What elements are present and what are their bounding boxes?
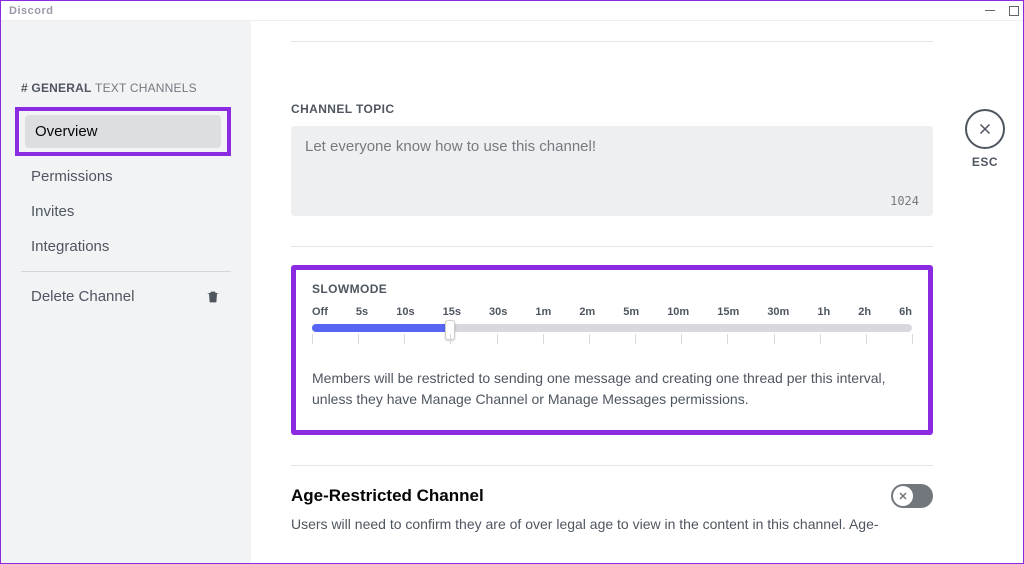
delete-channel-label: Delete Channel — [31, 288, 134, 305]
close-settings: ESC — [965, 109, 1005, 169]
minimize-button[interactable] — [985, 10, 995, 11]
toggle-knob — [893, 486, 913, 506]
app-window: Discord # GENERAL TEXT CHANNELS Overview… — [0, 0, 1024, 564]
age-restricted-description: Users will need to confirm they are of o… — [291, 516, 933, 532]
sidebar-item-delete-channel[interactable]: Delete Channel — [21, 280, 231, 313]
esc-label: ESC — [972, 155, 998, 169]
slowmode-tick-label: 30m — [767, 306, 789, 318]
sidebar-item-integrations[interactable]: Integrations — [21, 230, 231, 263]
channel-topic-input[interactable]: Let everyone know how to use this channe… — [291, 126, 933, 216]
section-divider — [291, 41, 933, 42]
sidebar-item-invites[interactable]: Invites — [21, 195, 231, 228]
age-restricted-toggle[interactable] — [891, 484, 933, 508]
x-icon — [897, 490, 909, 502]
slowmode-tick-label: 1h — [817, 306, 830, 318]
channel-topic-label: CHANNEL TOPIC — [291, 102, 933, 116]
slowmode-tick-label: 10m — [667, 306, 689, 318]
slider-fill — [312, 324, 450, 332]
slowmode-tick-label: 30s — [489, 306, 507, 318]
maximize-button[interactable] — [1009, 6, 1019, 16]
highlight-slowmode: SLOWMODE Off 5s 10s 15s 30s 1m 2m 5m 10m 15m 30m 1h… — [291, 265, 933, 435]
slowmode-tick-label: 15m — [717, 306, 739, 318]
slowmode-tick-label: 2m — [579, 306, 595, 318]
slowmode-tick-label: 15s — [443, 306, 461, 318]
slowmode-tick-label: 10s — [396, 306, 414, 318]
content-area: ESC CHANNEL TOPIC Let everyone know how … — [251, 21, 1023, 563]
section-divider — [291, 246, 933, 247]
highlight-overview: Overview — [15, 107, 231, 156]
sidebar-heading: # GENERAL TEXT CHANNELS — [21, 81, 231, 95]
slowmode-description: Members will be restricted to sending on… — [312, 368, 912, 410]
slider-ticks — [312, 334, 912, 348]
slowmode-tick-label: 5m — [623, 306, 639, 318]
slowmode-tick-label: 2h — [858, 306, 871, 318]
sidebar-divider — [21, 271, 231, 272]
slowmode-tick-label: 5s — [356, 306, 368, 318]
close-icon — [976, 120, 994, 138]
sidebar-item-overview[interactable]: Overview — [25, 115, 221, 148]
settings-sidebar: # GENERAL TEXT CHANNELS Overview Permiss… — [1, 21, 251, 563]
trash-icon — [205, 289, 221, 305]
slowmode-tick-label: Off — [312, 306, 328, 318]
section-divider — [291, 465, 933, 466]
sidebar-item-permissions[interactable]: Permissions — [21, 160, 231, 193]
close-button[interactable] — [965, 109, 1005, 149]
char-count: 1024 — [890, 194, 919, 208]
slowmode-tick-label: 6h — [899, 306, 912, 318]
channel-topic-placeholder: Let everyone know how to use this channe… — [305, 138, 919, 155]
slowmode-slider[interactable] — [312, 324, 912, 332]
age-restricted-title: Age-Restricted Channel — [291, 486, 484, 506]
titlebar: Discord — [1, 1, 1023, 21]
slowmode-tick-label: 1m — [535, 306, 551, 318]
app-name: Discord — [9, 5, 53, 17]
window-controls — [985, 6, 1019, 16]
slowmode-label: SLOWMODE — [312, 282, 912, 296]
slowmode-tick-labels: Off 5s 10s 15s 30s 1m 2m 5m 10m 15m 30m 1h 2h 6h — [312, 306, 912, 318]
